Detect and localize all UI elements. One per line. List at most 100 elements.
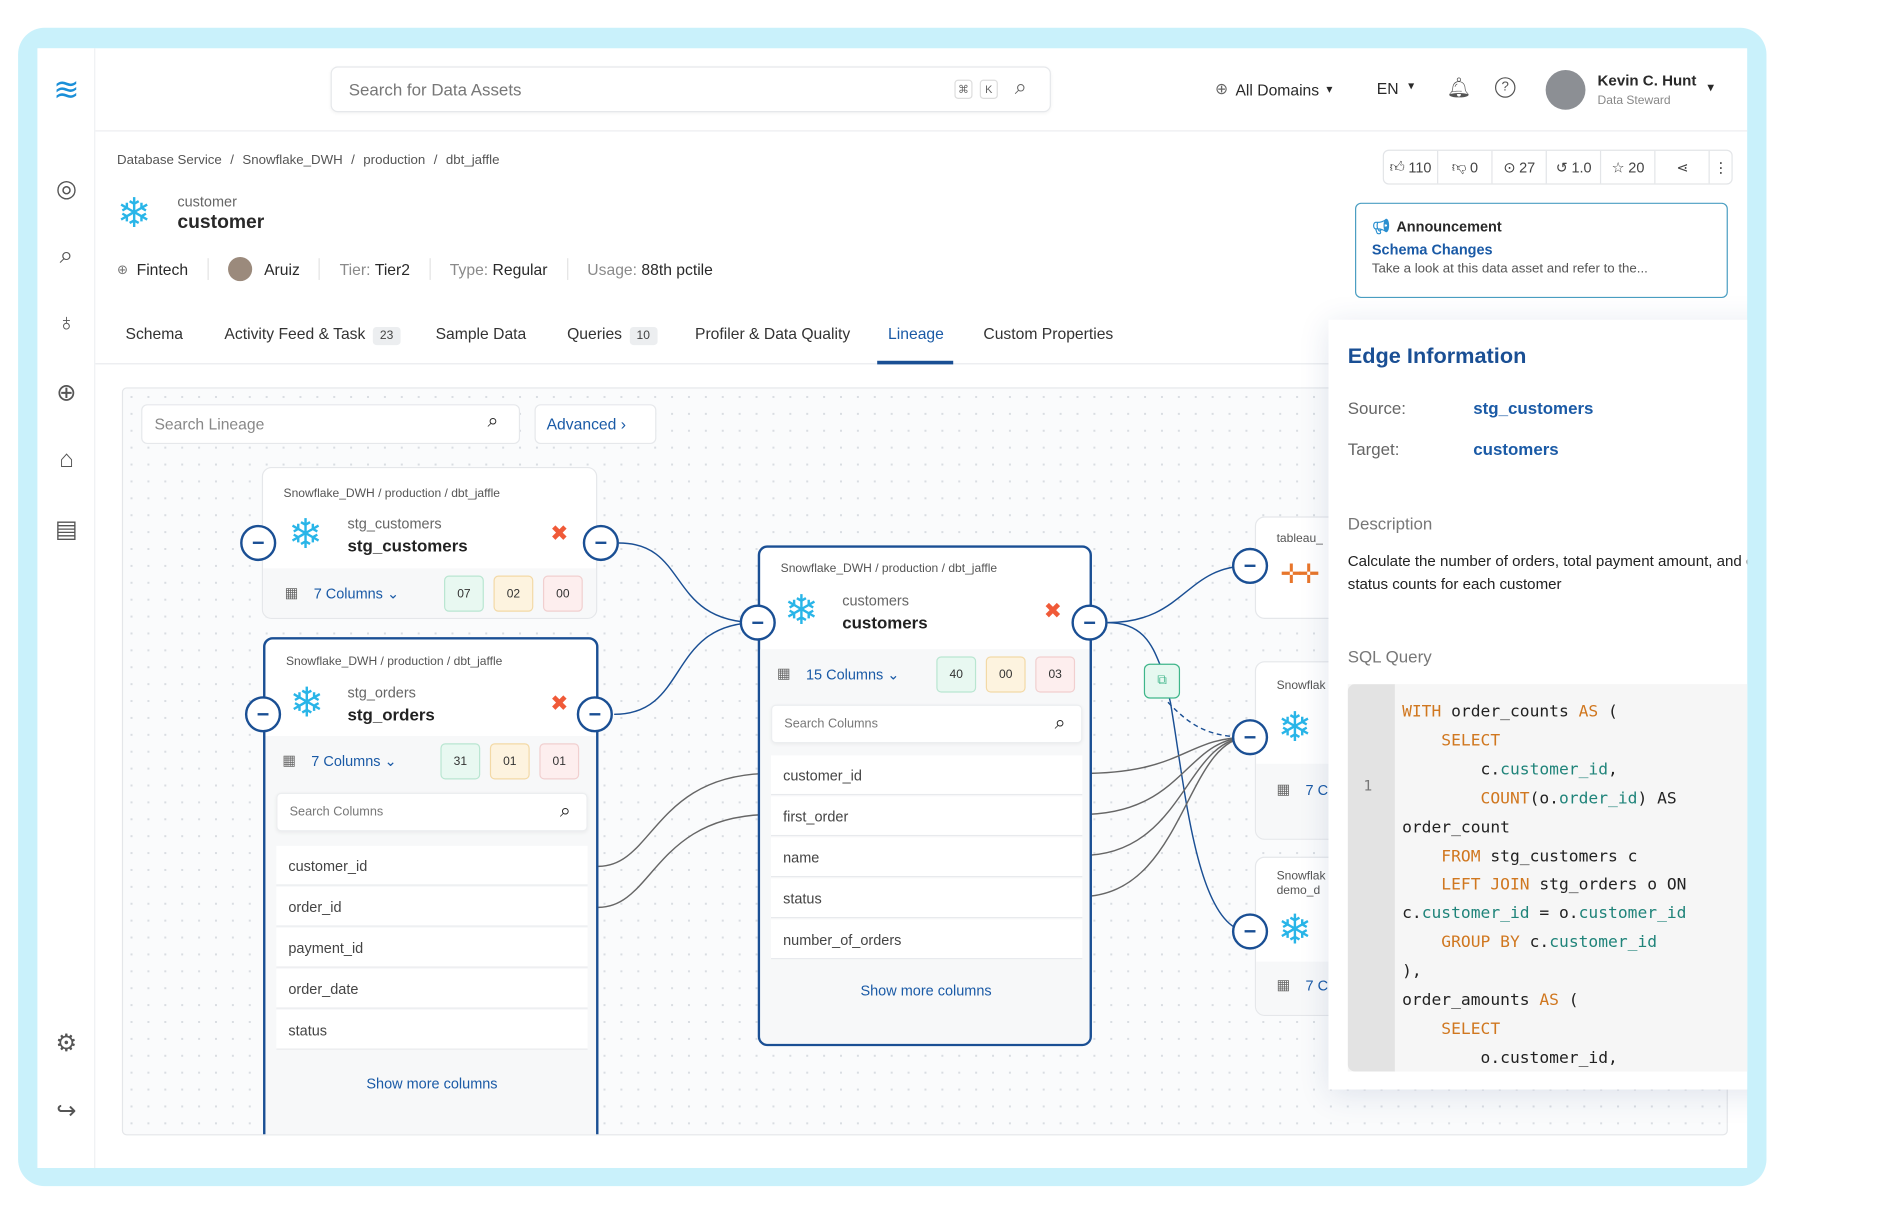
collapse-downstream-handle[interactable]: − bbox=[576, 696, 613, 733]
governance-icon[interactable]: ⌂ bbox=[49, 443, 83, 477]
active-tab-indicator bbox=[877, 360, 954, 365]
columns-toggle[interactable]: 7 C bbox=[1306, 977, 1329, 994]
breadcrumb-item[interactable]: Snowflake_DWH bbox=[242, 153, 342, 167]
language-selector[interactable]: EN ▾ bbox=[1377, 80, 1415, 98]
follow-button[interactable]: ⊙ 27 bbox=[1493, 150, 1548, 184]
share-button[interactable]: ⋖ bbox=[1656, 150, 1711, 184]
remove-node-icon[interactable]: ✖ bbox=[550, 521, 568, 546]
columns-toggle[interactable]: 7 C bbox=[1306, 782, 1329, 799]
domain-globe-icon: ⊕ bbox=[117, 262, 129, 277]
sql-text: o.customer_id, bbox=[1402, 1048, 1618, 1068]
advanced-button[interactable]: Advanced › bbox=[534, 404, 657, 445]
breadcrumb-item[interactable]: Database Service bbox=[117, 153, 222, 167]
explore-icon[interactable]: ◎ bbox=[49, 171, 83, 205]
tab-schema[interactable]: Schema bbox=[125, 325, 183, 343]
glossary-book-icon[interactable]: ▤ bbox=[49, 512, 83, 546]
node-customers[interactable]: Snowflake_DWH / production / dbt_jaffle … bbox=[757, 545, 1092, 1047]
tab-lineage[interactable]: Lineage bbox=[888, 325, 944, 343]
announcement-text: Take a look at this data asset and refer… bbox=[1371, 261, 1648, 277]
lineage-search-input[interactable]: Search Lineage ⌕ bbox=[141, 404, 521, 445]
column-row[interactable]: order_date bbox=[276, 968, 588, 1009]
column-search-input[interactable]: Search Columns ⌕ bbox=[276, 792, 588, 832]
tab-sample-data[interactable]: Sample Data bbox=[436, 325, 527, 343]
column-row[interactable]: name bbox=[771, 837, 1083, 878]
sql-identifier: customer_id bbox=[1578, 904, 1687, 924]
version-button[interactable]: ↺ 1.0 bbox=[1547, 150, 1602, 184]
share-icon: ⋖ bbox=[1676, 158, 1689, 176]
column-row[interactable]: status bbox=[276, 1009, 588, 1050]
globe-icon[interactable]: ⊕ bbox=[49, 375, 83, 409]
breadcrumb-item[interactable]: production bbox=[363, 153, 425, 167]
type-label: Type: bbox=[449, 260, 489, 279]
collapse-downstream-handle[interactable]: − bbox=[1071, 604, 1108, 641]
announcement-card[interactable]: 📢︎ Announcement Schema Changes Take a loo… bbox=[1355, 202, 1728, 299]
lightbulb-icon[interactable]: ♁ bbox=[49, 306, 83, 340]
avatar[interactable] bbox=[1545, 69, 1586, 110]
source-link[interactable]: stg_customers bbox=[1473, 398, 1593, 417]
entity-owner[interactable]: Aruiz bbox=[264, 260, 300, 278]
search-icon[interactable]: ⌕ bbox=[1015, 75, 1027, 100]
column-row[interactable]: order_id bbox=[276, 886, 588, 927]
logout-icon[interactable]: ↪ bbox=[49, 1093, 83, 1127]
column-row[interactable]: customer_id bbox=[771, 755, 1083, 796]
columns-toggle[interactable]: 15 Columns ⌄ bbox=[806, 666, 899, 683]
show-more-columns-link[interactable]: Show more columns bbox=[265, 1075, 596, 1092]
tab-profiler[interactable]: Profiler & Data Quality bbox=[695, 325, 850, 343]
star-button[interactable]: ☆ 20 bbox=[1601, 150, 1656, 184]
user-menu-chevron-icon[interactable]: ▾ bbox=[1707, 80, 1714, 95]
notification-bell-icon[interactable]: 🔔︎ bbox=[1447, 76, 1472, 100]
remove-node-icon[interactable]: ✖ bbox=[1044, 598, 1062, 623]
domain-selector[interactable]: ⊕ All Domains ▾ bbox=[1215, 80, 1332, 99]
entity-meta: ⊕ Fintech Aruiz Tier: Tier2 Type: Regula… bbox=[117, 257, 713, 282]
code-line: GROUP BY c.customer_id bbox=[1402, 929, 1686, 958]
node-stg-orders[interactable]: Snowflake_DWH / production / dbt_jaffle … bbox=[263, 637, 599, 1135]
target-link[interactable]: customers bbox=[1473, 439, 1558, 458]
collapse-upstream-handle[interactable]: − bbox=[1231, 719, 1269, 756]
code-line: c.customer_id = o.customer_id bbox=[1402, 901, 1686, 930]
column-row[interactable]: first_order bbox=[771, 796, 1083, 837]
tab-queries[interactable]: Queries 10 bbox=[567, 325, 658, 346]
tab-custom-properties[interactable]: Custom Properties bbox=[983, 325, 1113, 343]
dislike-button[interactable]: 👎︎ 0 bbox=[1438, 150, 1493, 184]
global-search-input[interactable]: Search for Data Assets ⌘ K ⌕ bbox=[330, 66, 1051, 113]
code-line: COUNT(o.order_id) AS bbox=[1402, 785, 1686, 814]
logo-icon[interactable]: ≋ bbox=[49, 71, 83, 107]
panel-title: Edge Information bbox=[1347, 343, 1527, 369]
column-row[interactable]: status bbox=[771, 878, 1083, 919]
edge-info-button[interactable]: ⧉ bbox=[1143, 663, 1181, 699]
lineage-search-placeholder: Search Lineage bbox=[154, 415, 265, 434]
collapse-upstream-handle[interactable]: − bbox=[1231, 547, 1269, 584]
collapse-upstream-handle[interactable]: − bbox=[1231, 913, 1269, 950]
collapse-upstream-handle[interactable]: − bbox=[240, 524, 277, 562]
edge-stg-customers-to-customers bbox=[618, 542, 758, 624]
sql-text: order_count bbox=[1402, 817, 1510, 837]
sql-text: = o. bbox=[1529, 904, 1579, 924]
collapse-downstream-handle[interactable]: − bbox=[582, 524, 619, 562]
remove-node-icon[interactable]: ✖ bbox=[550, 691, 568, 716]
help-icon[interactable]: ? bbox=[1494, 77, 1516, 98]
collapse-upstream-handle[interactable]: − bbox=[244, 696, 282, 733]
column-row[interactable]: number_of_orders bbox=[771, 919, 1083, 960]
settings-sliders-icon[interactable]: ⚙ bbox=[49, 1026, 83, 1060]
like-button[interactable]: 👍︎ 110 bbox=[1384, 150, 1439, 184]
code-line: ), bbox=[1402, 958, 1686, 987]
columns-toggle[interactable]: 7 Columns ⌄ bbox=[311, 753, 396, 770]
show-more-columns-link[interactable]: Show more columns bbox=[760, 982, 1089, 999]
sql-keyword: WITH bbox=[1402, 702, 1442, 722]
entity-tier: Tier2 bbox=[374, 260, 410, 279]
entity-domain[interactable]: Fintech bbox=[137, 260, 188, 278]
collapse-upstream-handle[interactable]: − bbox=[739, 604, 776, 641]
column-search-input[interactable]: Search Columns ⌕ bbox=[771, 704, 1083, 744]
test-aborted-count: 01 bbox=[489, 743, 530, 780]
edge-information-panel: Edge Information ✕ Source: stg_customers… bbox=[1328, 319, 1748, 1090]
sql-keyword: FROM bbox=[1441, 846, 1481, 866]
columns-toggle[interactable]: 7 Columns ⌄ bbox=[314, 585, 399, 602]
column-row[interactable]: payment_id bbox=[276, 927, 588, 968]
more-button[interactable]: ⋮ bbox=[1710, 151, 1731, 184]
tab-activity-feed[interactable]: Activity Feed & Task 23 bbox=[224, 325, 401, 346]
column-row[interactable]: customer_id bbox=[276, 845, 588, 886]
table-icon: ▦ bbox=[777, 664, 791, 682]
breadcrumb-item[interactable]: dbt_jaffle bbox=[446, 153, 500, 167]
search-icon[interactable]: ⌕ bbox=[49, 239, 83, 273]
node-stg-customers[interactable]: Snowflake_DWH / production / dbt_jaffle … bbox=[261, 466, 598, 619]
